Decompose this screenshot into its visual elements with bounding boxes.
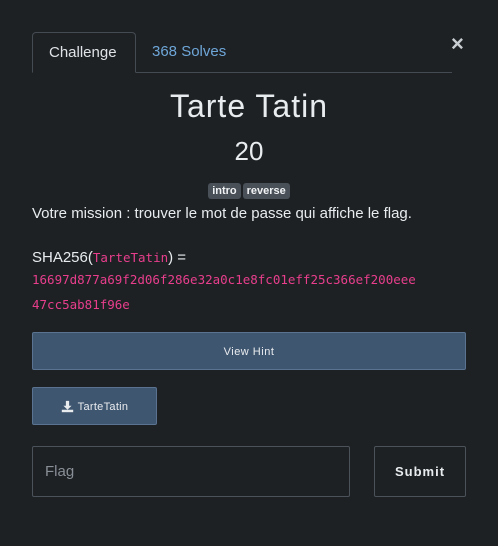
download-icon — [61, 400, 73, 413]
download-file-label: TarteTatin — [77, 401, 129, 413]
tag-reverse: reverse — [242, 183, 290, 199]
sha-prefix: SHA256( — [32, 249, 93, 266]
submit-button[interactable]: Submit — [374, 446, 466, 497]
sha-argument: TarteTatin — [92, 250, 169, 265]
sha-suffix: ) = — [168, 249, 187, 266]
download-file-button[interactable]: TarteTatin — [32, 387, 157, 425]
close-icon[interactable]: × — [451, 33, 464, 55]
hash-line-1: 16697d877a69f2d06f286e32a0c1e8fc01eff25c… — [32, 272, 416, 287]
flag-input[interactable] — [32, 446, 350, 497]
challenge-title: Tarte Tatin — [169, 88, 329, 124]
tab-solves[interactable]: 368 Solves — [136, 32, 242, 73]
tag-list: intro reverse — [0, 183, 498, 199]
tab-bar: Challenge 368 Solves — [32, 32, 452, 73]
hash-line-2: 47cc5ab81f96e — [32, 297, 130, 312]
challenge-value: 20 — [234, 136, 264, 166]
tab-challenge[interactable]: Challenge — [32, 32, 136, 73]
view-hint-button[interactable]: View Hint — [32, 332, 466, 370]
sha-statement: SHA256(TarteTatin) = — [32, 245, 472, 270]
challenge-description: Votre mission : trouver le mot de passe … — [32, 205, 412, 222]
tag-intro: intro — [208, 183, 241, 199]
